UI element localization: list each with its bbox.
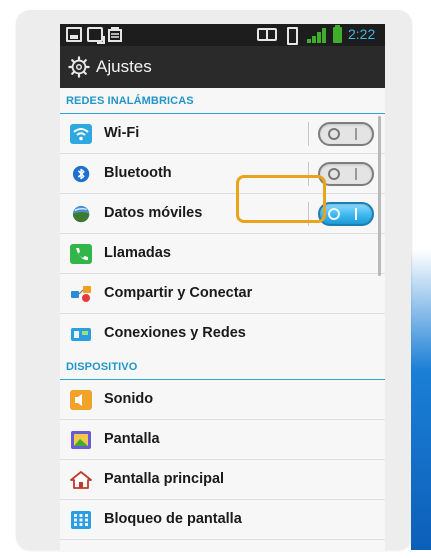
settings-item-label: Bloqueo de pantalla	[104, 511, 242, 527]
networks-icon	[71, 328, 91, 341]
settings-item-share-connect[interactable]: Compartir y Conectar	[60, 274, 385, 314]
phone-screen: 2:22 Ajustes REDES INALÁMBRICAS Wi-Fi Bl…	[60, 24, 385, 552]
signal-icon	[307, 27, 329, 43]
bluetooth-icon	[72, 165, 90, 183]
mobile-data-icon	[72, 205, 90, 223]
scrollbar[interactable]	[378, 116, 381, 276]
settings-item-label: Compartir y Conectar	[104, 285, 253, 301]
mobile-data-toggle[interactable]	[318, 202, 374, 226]
settings-item-label: Wi-Fi	[104, 125, 140, 141]
store-icon	[108, 26, 122, 42]
vibrate-icon	[284, 27, 298, 45]
settings-item-label: Llamadas	[104, 245, 171, 261]
battery-icon	[333, 25, 342, 43]
settings-item-label: Pantalla principal	[104, 471, 225, 487]
section-header-wireless: REDES INALÁMBRICAS	[60, 88, 385, 114]
page-title: Ajustes	[96, 57, 152, 76]
screenshot-icon	[66, 27, 82, 42]
settings-item-label: Conexiones y Redes	[104, 325, 246, 341]
row-divider	[60, 539, 385, 540]
settings-item-label: Datos móviles	[104, 205, 203, 221]
gear-icon	[68, 56, 90, 78]
share-connect-icon	[71, 286, 91, 302]
section-title: REDES INALÁMBRICAS	[66, 95, 194, 107]
wifi-toggle[interactable]	[318, 122, 374, 146]
settings-item-label: Sonido	[104, 391, 154, 407]
divider	[308, 122, 309, 146]
settings-item-wifi[interactable]: Wi-Fi	[60, 114, 385, 154]
status-time: 2:22	[348, 26, 376, 42]
settings-item-label: Pantalla	[104, 431, 160, 447]
settings-item-mobile-data[interactable]: Datos móviles	[60, 194, 385, 234]
settings-item-home-screen[interactable]: Pantalla principal	[60, 460, 385, 500]
section-title: DISPOSITIVO	[66, 361, 138, 373]
divider	[308, 162, 309, 186]
sound-icon	[70, 390, 92, 410]
settings-item-lock-screen[interactable]: Bloqueo de pantalla	[60, 500, 385, 540]
decorative-stripe	[411, 250, 431, 550]
phone-icon	[70, 244, 92, 264]
display-icon	[71, 431, 91, 449]
settings-item-calls[interactable]: Llamadas	[60, 234, 385, 274]
settings-item-label: Bluetooth	[104, 165, 172, 181]
section-header-device: DISPOSITIVO	[60, 354, 385, 380]
wifi-icon	[70, 124, 92, 144]
divider	[308, 202, 309, 226]
settings-item-bluetooth[interactable]: Bluetooth	[60, 154, 385, 194]
home-icon	[70, 471, 92, 489]
settings-item-networks[interactable]: Conexiones y Redes	[60, 314, 385, 354]
lock-screen-icon	[71, 511, 91, 529]
bluetooth-toggle[interactable]	[318, 162, 374, 186]
status-bar: 2:22	[60, 24, 385, 46]
settings-item-display[interactable]: Pantalla	[60, 420, 385, 460]
message-icon	[87, 27, 105, 44]
settings-item-sound[interactable]: Sonido	[60, 380, 385, 420]
nfc-icon	[257, 28, 277, 41]
app-header: Ajustes	[60, 46, 385, 88]
